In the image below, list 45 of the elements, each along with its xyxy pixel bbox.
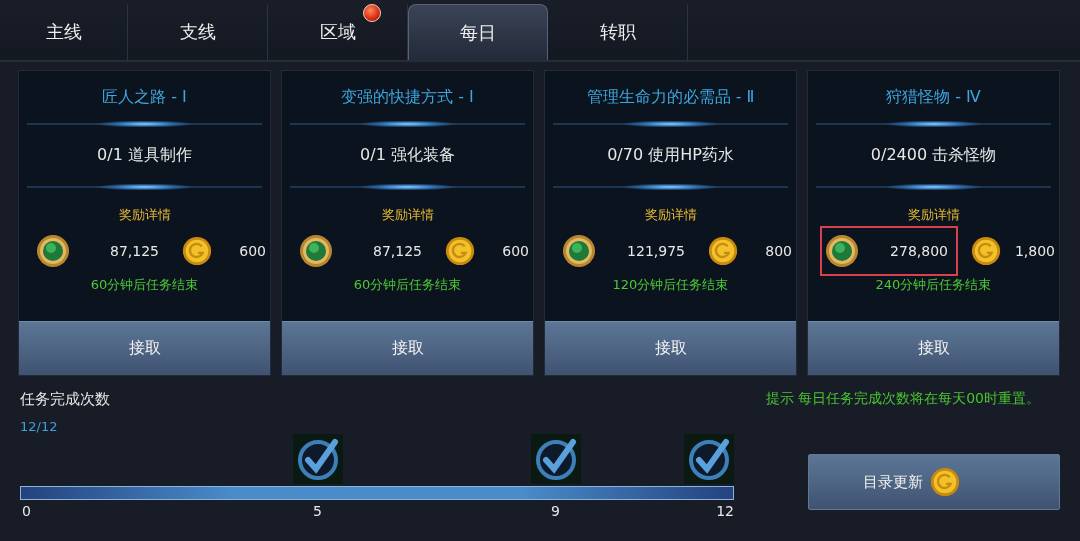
exp-medal-icon (824, 233, 860, 269)
completion-label: 任务完成次数 (20, 390, 110, 409)
tab[interactable]: 支线 (128, 4, 268, 60)
refresh-button[interactable]: 目录更新 (808, 454, 1060, 510)
quest-timer: 240分钟后任务结束 (875, 276, 992, 294)
coin-amount: 600 (239, 243, 266, 259)
quest-title: 匠人之路 - Ⅰ (102, 87, 187, 108)
tab[interactable]: 每日 (408, 4, 548, 60)
accept-button[interactable]: 接取 (282, 321, 533, 375)
tab[interactable]: 主线 (0, 4, 128, 60)
exp-amount: 87,125 (110, 243, 159, 259)
quest-timer: 60分钟后任务结束 (353, 276, 462, 294)
accept-button[interactable]: 接取 (545, 321, 796, 375)
coin-amount: 600 (502, 243, 529, 259)
tab[interactable]: 转职 (548, 4, 688, 60)
reward-label: 奖励详情 (118, 206, 171, 224)
accept-button[interactable]: 接取 (808, 321, 1059, 375)
tick-label: 9 (551, 503, 560, 519)
quest-title: 管理生命力的必需品 - Ⅱ (586, 87, 755, 108)
quest-timer: 60分钟后任务结束 (90, 276, 199, 294)
reward-label: 奖励详情 (644, 206, 697, 224)
accept-button[interactable]: 接取 (19, 321, 270, 375)
tick-label: 12 (716, 503, 734, 519)
completion-count: 12/12 (20, 419, 58, 434)
exp-amount: 278,800 (890, 243, 948, 259)
hint-text: 提示 每日任务完成次数将在每天00时重置。 (765, 390, 1040, 408)
tick-label: 0 (22, 503, 31, 519)
coin-amount: 800 (765, 243, 792, 259)
coin-icon (444, 235, 476, 267)
tick-label: 5 (313, 503, 322, 519)
coin-amount: 1,800 (1014, 243, 1055, 259)
reward-label: 奖励详情 (381, 206, 434, 224)
quest-title: 狩猎怪物 - Ⅳ (886, 87, 981, 108)
exp-medal-icon (35, 233, 71, 269)
coin-icon (970, 235, 1002, 267)
coin-icon (707, 235, 739, 267)
coin-icon (929, 466, 961, 498)
coin-icon (181, 235, 213, 267)
reward-label: 奖励详情 (907, 206, 960, 224)
exp-amount: 87,125 (373, 243, 422, 259)
quest-title: 变强的快捷方式 - Ⅰ (341, 87, 474, 108)
quest-timer: 120分钟后任务结束 (612, 276, 729, 294)
exp-medal-icon (298, 233, 334, 269)
exp-amount: 121,975 (627, 243, 685, 259)
exp-medal-icon (561, 233, 597, 269)
